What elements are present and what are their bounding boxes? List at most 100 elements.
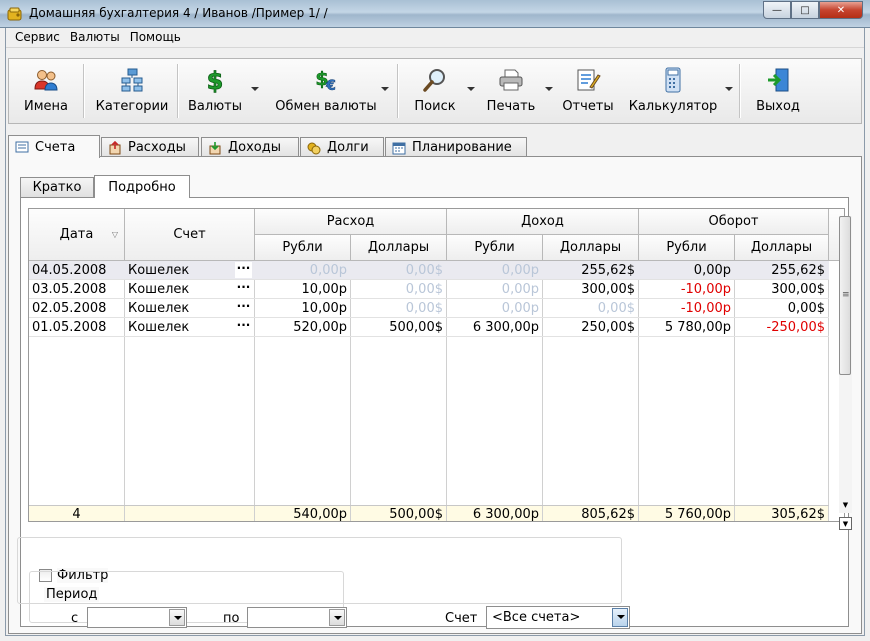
column-header-expense-usd[interactable]: Доллары	[351, 235, 447, 261]
calculator-label: Калькулятор	[628, 99, 718, 114]
categories-tree-icon	[121, 68, 143, 92]
cell-expense-rub: 10,00р	[301, 282, 347, 297]
names-label: Имена	[24, 99, 68, 114]
cell-account: Кошелек	[128, 320, 190, 335]
column-usd-label: Доллары	[750, 240, 813, 255]
close-button[interactable]: ✕	[819, 1, 863, 19]
window-title: Домашняя бухгалтерия 4 / Иванов /Пример …	[29, 6, 328, 20]
cell-date: 04.05.2008	[32, 263, 107, 278]
table-row[interactable]: 04.05.2008 Кошелек ··· 0,00р 0,00$ 0,00р…	[29, 261, 829, 280]
reports-label: Отчеты	[562, 99, 614, 114]
table-row[interactable]: 02.05.2008 Кошелек ··· 10,00р 0,00$ 0,00…	[29, 299, 829, 318]
exit-button[interactable]: Выход	[747, 59, 809, 123]
print-button[interactable]: Печать	[479, 59, 543, 123]
planning-icon	[392, 142, 406, 154]
column-expense-label: Расход	[326, 214, 375, 229]
accounts-icon	[15, 141, 29, 153]
accounts-panel: Кратко Подробно Дата ▽ Счет Расход Доход…	[8, 156, 862, 634]
svg-text:$: $	[207, 67, 224, 93]
cell-income-usd: 300,00$	[581, 282, 635, 297]
account-picker-button[interactable]: ···	[235, 281, 252, 297]
column-usd-label: Доллары	[559, 240, 622, 255]
menu-currencies[interactable]: Валюты	[65, 28, 125, 47]
column-header-account[interactable]: Счет	[125, 209, 255, 261]
total-count: 4	[72, 507, 81, 522]
account-picker-button[interactable]: ···	[235, 319, 252, 335]
cell-account: Кошелек	[128, 301, 190, 316]
tab-income[interactable]: Доходы	[201, 137, 299, 157]
tab-debts-label: Долги	[327, 140, 369, 155]
grid-divider	[124, 506, 125, 521]
search-dropdown-arrow[interactable]	[467, 87, 475, 91]
table-row[interactable]: 03.05.2008 Кошелек ··· 10,00р 0,00$ 0,00…	[29, 280, 829, 299]
names-button[interactable]: Имена	[13, 59, 79, 123]
subtab-brief[interactable]: Кратко	[20, 177, 94, 197]
cell-turnover-usd: 255,62$	[771, 263, 825, 278]
cell-turnover-usd: -250,00$	[766, 320, 825, 335]
currencies-dropdown-arrow[interactable]	[251, 87, 259, 91]
total-turnover-usd: 305,62$	[771, 507, 825, 522]
cell-turnover-usd: 300,00$	[771, 282, 825, 297]
grid-vertical-scrollbar[interactable]: ≡ ▼ ▼	[837, 216, 854, 536]
account-filter-label: Счет	[445, 611, 478, 626]
cell-turnover-rub: 5 780,00р	[664, 320, 731, 335]
from-date-dropdown-icon[interactable]	[169, 609, 185, 626]
cell-expense-rub: 0,00р	[309, 263, 347, 278]
cell-income-rub: 0,00р	[501, 282, 539, 297]
from-date-combo[interactable]	[87, 607, 187, 628]
column-header-turnover-rub[interactable]: Рубли	[639, 235, 735, 261]
tab-debts[interactable]: Долги	[300, 137, 384, 157]
currencies-button[interactable]: $ Валюты	[183, 59, 247, 123]
table-row[interactable]: 01.05.2008 Кошелек ··· 520,00р 500,00$ 6…	[29, 318, 829, 337]
exchange-dropdown-arrow[interactable]	[381, 87, 389, 91]
to-date-combo[interactable]	[247, 607, 347, 628]
column-header-expense-rub[interactable]: Рубли	[255, 235, 351, 261]
menu-help[interactable]: Помощь	[125, 28, 186, 47]
currency-exchange-button[interactable]: $ € Обмен валюты	[267, 59, 385, 123]
print-dropdown-arrow[interactable]	[545, 87, 553, 91]
cell-expense-usd: 0,00$	[405, 282, 443, 297]
currency-exchange-icon: $ €	[315, 68, 336, 93]
tab-accounts[interactable]: Счета	[8, 135, 100, 158]
reports-button[interactable]: Отчеты	[557, 59, 619, 123]
people-icon	[34, 70, 58, 91]
column-header-income-rub[interactable]: Рубли	[447, 235, 543, 261]
column-turnover-label: Оборот	[708, 214, 759, 229]
column-rub-label: Рубли	[474, 240, 515, 255]
from-date-label: с	[71, 611, 79, 626]
menu-service[interactable]: Сервис	[10, 28, 65, 47]
maximize-icon: □	[800, 4, 810, 16]
maximize-button[interactable]: □	[791, 1, 819, 19]
toolbar-separator	[83, 64, 85, 118]
column-group-turnover: Оборот	[639, 209, 829, 235]
scroll-down-small-button[interactable]: ▼	[839, 499, 852, 512]
account-filter-dropdown-icon[interactable]	[612, 608, 628, 627]
scrollbar-thumb[interactable]: ≡	[839, 216, 851, 375]
subtab-brief-label: Кратко	[32, 180, 82, 195]
tab-planning-label: Планирование	[412, 140, 512, 155]
calculator-button[interactable]: Калькулятор	[623, 59, 723, 123]
column-account-label: Счет	[173, 227, 206, 242]
account-filter-combo[interactable]: <Все счета>	[486, 606, 630, 629]
calculator-dropdown-arrow[interactable]	[725, 87, 733, 91]
dollar-icon: $	[206, 67, 224, 93]
column-rub-label: Рубли	[666, 240, 707, 255]
column-header-income-usd[interactable]: Доллары	[543, 235, 639, 261]
tab-expenses[interactable]: Расходы	[101, 137, 199, 157]
minimize-button[interactable]: —	[763, 1, 791, 19]
scroll-down-icon: ▼	[842, 501, 849, 509]
scroll-down-button[interactable]: ▼	[839, 517, 852, 530]
cell-date: 01.05.2008	[32, 320, 107, 335]
column-date-label: Дата	[59, 227, 94, 242]
column-usd-label: Доллары	[367, 240, 430, 255]
search-button[interactable]: Поиск	[405, 59, 465, 123]
tab-planning[interactable]: Планирование	[385, 137, 527, 157]
to-date-dropdown-icon[interactable]	[329, 609, 345, 626]
account-picker-button[interactable]: ···	[235, 262, 252, 278]
account-picker-button[interactable]: ···	[235, 300, 252, 316]
subtab-detailed[interactable]: Подробно	[94, 175, 190, 198]
column-header-date[interactable]: Дата ▽	[29, 209, 125, 261]
column-header-turnover-usd[interactable]: Доллары	[735, 235, 829, 261]
categories-button[interactable]: Категории	[89, 59, 175, 123]
expenses-icon	[109, 140, 121, 154]
